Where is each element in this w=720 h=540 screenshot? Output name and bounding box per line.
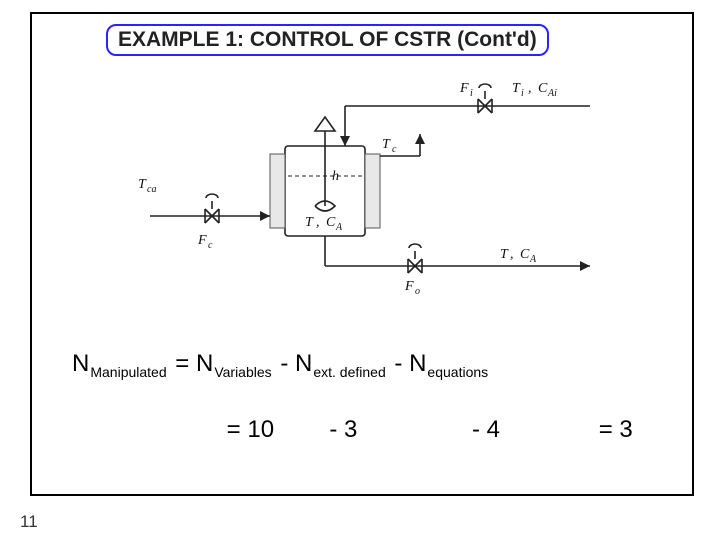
equation-line-2: = 10 - 3 - 4 = 3 xyxy=(72,416,680,444)
label-Ti: T xyxy=(512,81,521,96)
eq-minus2: - xyxy=(394,350,409,377)
page-number: 11 xyxy=(20,512,38,532)
val-eq3: = 3 xyxy=(599,416,633,444)
jacket-right xyxy=(365,154,380,228)
equation-line-1: NManipulated = NVariables - Next. define… xyxy=(72,350,680,380)
eq-N2: N xyxy=(196,350,213,377)
label-Ti-sub: i xyxy=(521,88,524,99)
val-m3: - 3 xyxy=(329,416,465,444)
feed-arrow-icon xyxy=(340,136,350,146)
label-To: T xyxy=(500,247,509,262)
label-Fo: F xyxy=(404,279,414,294)
eq-minus1: - xyxy=(280,350,295,377)
label-CA-sub: A xyxy=(335,222,343,233)
eq-N3-sub: ext. defined xyxy=(312,364,387,380)
label-comma-feed: , xyxy=(528,81,532,96)
eq-equals: = xyxy=(175,350,196,377)
label-comma1: , xyxy=(316,215,320,230)
label-CAo-sub: A xyxy=(529,254,537,265)
jacket-left xyxy=(270,154,285,228)
valve-feed-icon xyxy=(478,84,492,113)
label-Fc-sub: c xyxy=(208,240,213,251)
label-CA: C xyxy=(326,215,336,230)
eq-N4: N xyxy=(409,350,426,377)
eq-N3: N xyxy=(295,350,312,377)
out-arrow-icon xyxy=(580,261,590,271)
val-m4: - 4 xyxy=(472,416,592,444)
label-CAi-sub: Ai xyxy=(547,88,557,99)
label-Fi-sub: i xyxy=(470,88,473,99)
label-Tca: T xyxy=(138,177,147,192)
eq-N1: N xyxy=(72,350,89,377)
label-CAo: C xyxy=(520,247,530,262)
eq-N4-sub: equations xyxy=(426,364,490,380)
label-CAi: C xyxy=(538,81,548,96)
valve-outlet-icon xyxy=(408,244,422,273)
label-Tca-sub: ca xyxy=(147,184,156,195)
eq-N2-sub: Variables xyxy=(213,364,273,380)
cstr-diagram: h T , C A T ca F c T c xyxy=(120,76,620,296)
label-h: h xyxy=(332,169,339,184)
val-eq10: = 10 xyxy=(227,416,323,444)
coolant-in-arrow-icon xyxy=(260,211,270,221)
slide: EXAMPLE 1: CONTROL OF CSTR (Cont'd) h T … xyxy=(0,0,720,540)
label-Fi: F xyxy=(459,81,469,96)
label-comma-out: , xyxy=(510,247,514,262)
eq-N1-sub: Manipulated xyxy=(89,364,168,380)
valve-coolant-icon xyxy=(205,194,219,223)
coolant-out-arrow-icon xyxy=(415,134,425,144)
label-Fc: F xyxy=(197,233,207,248)
motor-icon xyxy=(315,117,335,131)
label-T-vessel: T xyxy=(305,215,314,230)
slide-title: EXAMPLE 1: CONTROL OF CSTR (Cont'd) xyxy=(106,24,549,56)
equation-area: NManipulated = NVariables - Next. define… xyxy=(72,350,680,444)
label-Tc-sub: c xyxy=(392,144,397,155)
label-Tc: T xyxy=(382,137,391,152)
label-Fo-sub: o xyxy=(415,286,420,296)
